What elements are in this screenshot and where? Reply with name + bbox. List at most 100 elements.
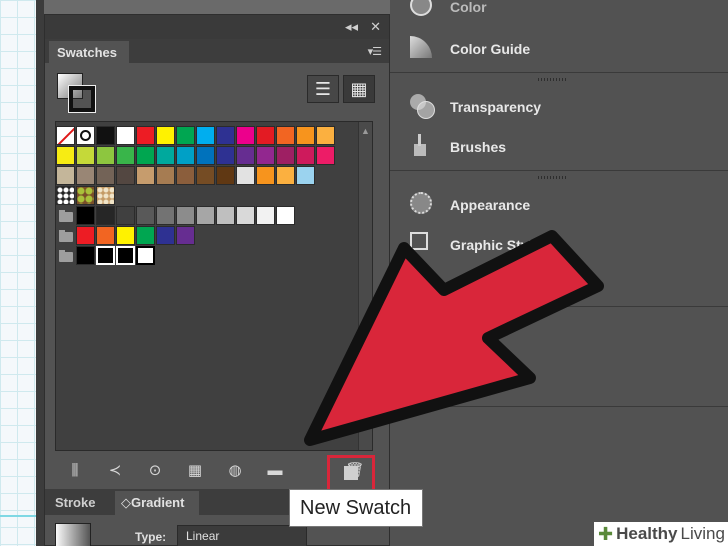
new-swatch-button[interactable]: [327, 455, 375, 493]
swatch[interactable]: [76, 206, 95, 225]
library-icon[interactable]: ⫼: [55, 462, 95, 479]
swatch[interactable]: [156, 226, 175, 245]
panel-item-graphic-styles[interactable]: Graphic Styles: [410, 232, 548, 258]
swatch-scrollbar[interactable]: ▲: [358, 122, 372, 450]
swatch[interactable]: [256, 126, 275, 145]
artboard-canvas[interactable]: [0, 0, 36, 546]
tab-gradient[interactable]: ◇Gradient: [115, 491, 199, 515]
swatch[interactable]: [96, 246, 115, 265]
swatch[interactable]: [276, 166, 295, 185]
swatch[interactable]: [56, 146, 75, 165]
gradient-preview[interactable]: [55, 523, 91, 546]
swatch-options-icon[interactable]: ▦: [175, 461, 215, 479]
tab-swatches[interactable]: Swatches: [49, 41, 129, 63]
swatch[interactable]: [116, 126, 135, 145]
swatch[interactable]: [116, 226, 135, 245]
swatch[interactable]: [276, 206, 295, 225]
swatch[interactable]: [76, 246, 95, 265]
swatch[interactable]: [96, 126, 115, 145]
swatch[interactable]: [256, 146, 275, 165]
fill-stroke-indicator[interactable]: [57, 73, 101, 113]
swatch[interactable]: [196, 206, 215, 225]
swatch[interactable]: [156, 126, 175, 145]
color-group-icon[interactable]: ◍: [215, 461, 255, 479]
panel-grip[interactable]: [538, 176, 566, 179]
swatch[interactable]: [116, 166, 135, 185]
swatch[interactable]: [156, 146, 175, 165]
swatch[interactable]: [236, 126, 255, 145]
swatch[interactable]: [176, 226, 195, 245]
scroll-up-icon[interactable]: ▲: [359, 126, 372, 136]
swatch-pattern[interactable]: [76, 186, 95, 205]
swatch[interactable]: [296, 126, 315, 145]
swatch-pattern[interactable]: [96, 186, 115, 205]
swatches-panel: ◂◂ ✕ Swatches ▾☰ ☰ ▦ ▲ ⫼≺⊙▦◍▬🗑 Stroke ◇G…: [44, 14, 391, 546]
panel-item-appearance[interactable]: Appearance: [410, 192, 530, 218]
swatch[interactable]: [216, 166, 235, 185]
swatch[interactable]: [136, 226, 155, 245]
swatch[interactable]: [156, 206, 175, 225]
swatch[interactable]: [96, 206, 115, 225]
panel-item-color[interactable]: Color: [410, 0, 487, 20]
swatch[interactable]: [236, 166, 255, 185]
show-kinds-icon[interactable]: ⊙: [135, 461, 175, 479]
swatch[interactable]: [136, 166, 155, 185]
swatch[interactable]: [76, 166, 95, 185]
swatch[interactable]: [216, 126, 235, 145]
swatch[interactable]: [276, 126, 295, 145]
folder-icon[interactable]: ▬: [255, 462, 295, 479]
swatch[interactable]: [76, 146, 95, 165]
list-view-button[interactable]: ☰: [307, 75, 339, 103]
close-icon[interactable]: ✕: [370, 19, 381, 35]
swatch[interactable]: [176, 126, 195, 145]
swatch[interactable]: [216, 146, 235, 165]
swatch[interactable]: [176, 146, 195, 165]
swatch-pattern[interactable]: [56, 186, 75, 205]
swatch[interactable]: [96, 166, 115, 185]
color-group-folder-icon[interactable]: [56, 226, 75, 245]
color-group-folder-icon[interactable]: [56, 206, 75, 225]
panel-item-color-guide[interactable]: Color Guide: [410, 36, 530, 62]
swatch-none[interactable]: [56, 126, 75, 145]
swatch[interactable]: [136, 146, 155, 165]
swatch[interactable]: [56, 166, 75, 185]
panel-menu-icon[interactable]: ▾☰: [368, 45, 382, 58]
swatch[interactable]: [296, 166, 315, 185]
color-group-folder-icon[interactable]: [56, 246, 75, 265]
swatch[interactable]: [256, 206, 275, 225]
swatch[interactable]: [196, 146, 215, 165]
swatch[interactable]: [316, 126, 335, 145]
tab-stroke[interactable]: Stroke: [55, 495, 95, 510]
swatch[interactable]: [116, 206, 135, 225]
panel-grip[interactable]: [538, 78, 566, 81]
panel-item-transparency[interactable]: Transparency: [410, 94, 541, 120]
swatch[interactable]: [316, 146, 335, 165]
collapse-icon[interactable]: ◂◂: [345, 19, 358, 35]
swatch[interactable]: [136, 126, 155, 145]
swatch[interactable]: [96, 226, 115, 245]
swatch[interactable]: [236, 206, 255, 225]
swatch[interactable]: [276, 146, 295, 165]
gradient-type-select[interactable]: Linear: [177, 525, 307, 546]
swatch[interactable]: [196, 126, 215, 145]
swatch[interactable]: [116, 146, 135, 165]
swatch[interactable]: [116, 246, 135, 265]
swatch[interactable]: [176, 166, 195, 185]
swatch[interactable]: [176, 206, 195, 225]
swatch[interactable]: [136, 246, 155, 265]
swatch[interactable]: [256, 166, 275, 185]
swatch[interactable]: [96, 146, 115, 165]
swatch[interactable]: [296, 146, 315, 165]
grid-view-button[interactable]: ▦: [343, 75, 375, 103]
panel-item-brushes[interactable]: Brushes: [410, 134, 506, 160]
stroke-swatch[interactable]: [68, 85, 96, 113]
swatch[interactable]: [236, 146, 255, 165]
swatch[interactable]: [76, 226, 95, 245]
swatch-registration[interactable]: [76, 126, 95, 145]
brushes-icon: [410, 134, 438, 160]
swatch[interactable]: [136, 206, 155, 225]
swatch[interactable]: [196, 166, 215, 185]
swatch[interactable]: [156, 166, 175, 185]
share-icon[interactable]: ≺: [95, 461, 135, 479]
swatch[interactable]: [216, 206, 235, 225]
